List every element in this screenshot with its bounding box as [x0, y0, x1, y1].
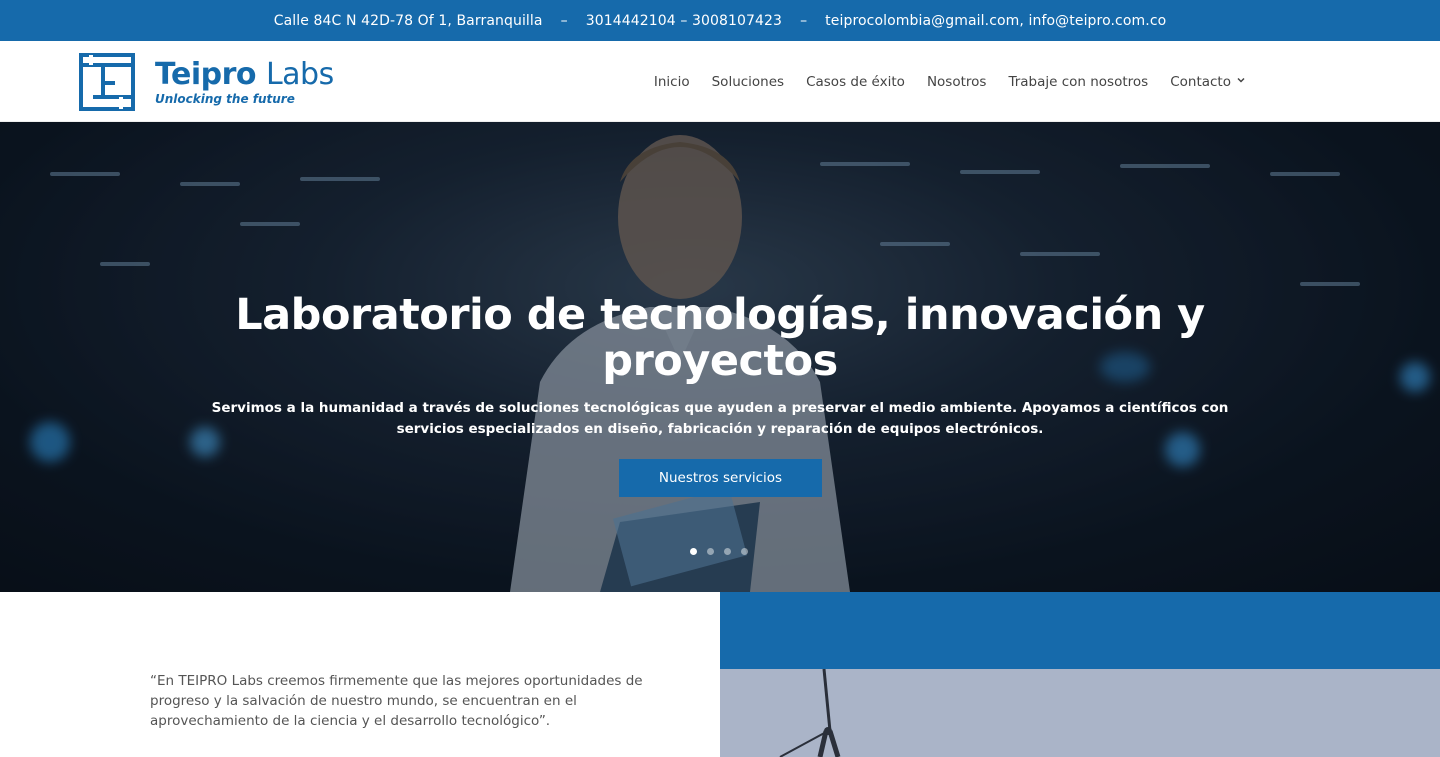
top-contact-bar: Calle 84C N 42D-78 Of 1, Barranquilla – … [0, 0, 1440, 41]
nav-item-soluciones[interactable]: Soluciones [712, 74, 784, 90]
logo-name-light: Labs [265, 57, 334, 92]
slide-dot-3[interactable] [724, 548, 731, 555]
slide-dot-1[interactable] [690, 548, 697, 555]
logo-title: Teipro Labs [155, 58, 334, 92]
separator: – [800, 12, 808, 29]
wind-turbine-image [720, 669, 1440, 757]
chevron-down-icon [1237, 77, 1245, 83]
logo-name-bold: Teipro [155, 57, 257, 92]
logo-tagline: Unlocking the future [155, 92, 295, 106]
nav-item-nosotros[interactable]: Nosotros [927, 74, 987, 90]
services-button[interactable]: Nuestros servicios [619, 459, 822, 497]
address-text: Calle 84C N 42D-78 Of 1, Barranquilla [273, 12, 543, 29]
slide-dot-2[interactable] [707, 548, 714, 555]
site-header: Teipro Labs Unlocking the future Inicio … [0, 41, 1440, 122]
nav-item-inicio[interactable]: Inicio [654, 74, 690, 90]
hero-subtitle: Servimos a la humanidad a través de solu… [211, 400, 1229, 437]
blue-accent-block [720, 592, 1440, 669]
company-quote: “En TEIPRO Labs creemos firmemente que l… [150, 673, 643, 729]
hero-title: Laboratorio de tecnologías, innovación y… [235, 290, 1205, 386]
site-logo[interactable]: Teipro Labs Unlocking the future [79, 52, 359, 112]
logo-mark-icon [79, 53, 135, 111]
nav-item-contacto-label: Contacto [1170, 73, 1231, 90]
main-navigation: Inicio Soluciones Casos de éxito Nosotro… [654, 41, 1245, 122]
hero-slider: Laboratorio de tecnologías, innovación y… [0, 122, 1440, 592]
separator: – [560, 12, 568, 29]
email-addresses[interactable]: teiprocolombia@gmail.com, info@teipro.co… [825, 13, 1166, 29]
nav-item-casos-de-exito[interactable]: Casos de éxito [806, 74, 905, 90]
nav-item-trabaje-con-nosotros[interactable]: Trabaje con nosotros [1008, 74, 1148, 90]
slider-pagination [690, 548, 748, 555]
slide-dot-4[interactable] [741, 548, 748, 555]
nav-item-contacto[interactable]: Contacto [1170, 74, 1245, 90]
wind-turbine-icon [720, 669, 1440, 757]
phone-numbers[interactable]: 3014442104 – 3008107423 [586, 13, 782, 29]
